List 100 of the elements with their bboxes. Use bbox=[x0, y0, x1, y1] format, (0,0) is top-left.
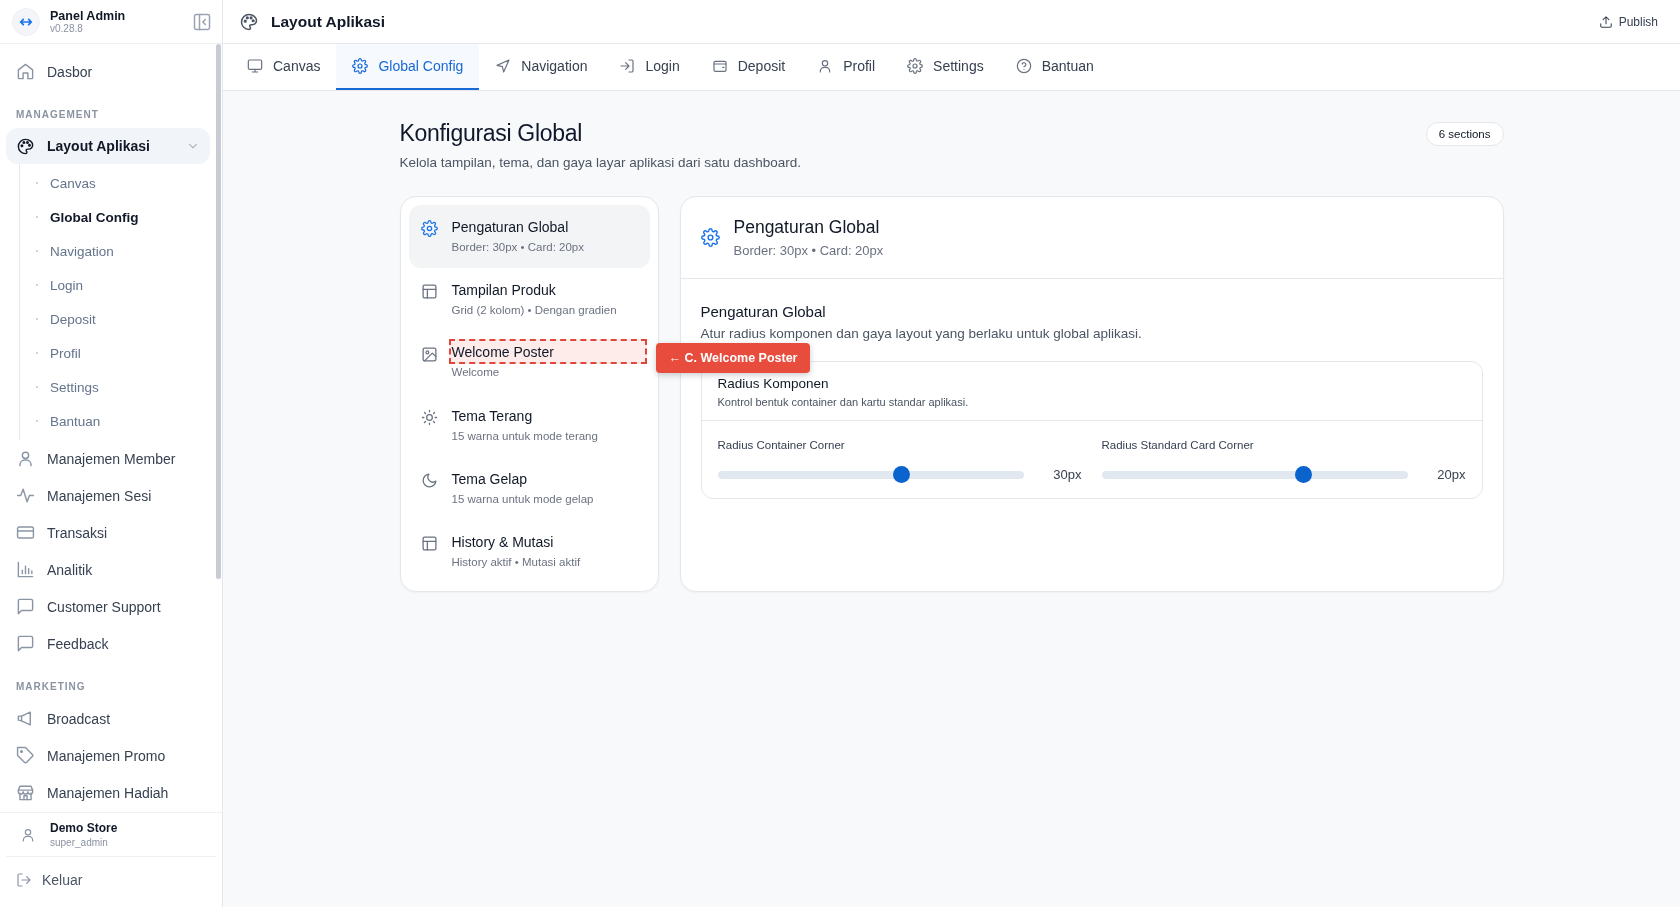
bar-chart-icon bbox=[16, 560, 35, 579]
sidebar-item[interactable]: Manajemen Promo bbox=[6, 737, 210, 774]
credit-card-icon bbox=[16, 523, 35, 542]
sidebar-item[interactable]: Manajemen Member bbox=[6, 440, 210, 477]
tab[interactable]: Login bbox=[603, 44, 696, 90]
section-heading: MARKETING bbox=[15, 680, 87, 694]
section-meta: Welcome bbox=[451, 366, 501, 378]
submenu-item[interactable]: Profil bbox=[20, 336, 210, 370]
moon-icon bbox=[420, 472, 438, 489]
submenu-item[interactable]: Canvas bbox=[20, 166, 210, 200]
section-meta: History aktif • Mutasi aktif bbox=[451, 556, 581, 568]
settings-icon bbox=[700, 228, 720, 247]
sidebar-item[interactable]: Customer Support bbox=[6, 588, 210, 625]
section-heading: Pengaturan Global bbox=[700, 303, 827, 320]
section-title: Tema Terang bbox=[451, 407, 534, 425]
submenu-item[interactable]: Login bbox=[20, 268, 210, 302]
sidebar-item[interactable]: Broadcast bbox=[6, 700, 210, 737]
upload-icon bbox=[1598, 14, 1613, 29]
monitor-icon bbox=[247, 58, 263, 74]
version-label: v0.28.8 bbox=[50, 23, 84, 34]
callout-label: ← C. Welcome Poster bbox=[655, 343, 811, 373]
slider-thumb[interactable] bbox=[892, 466, 910, 483]
section-meta: 15 warna untuk mode gelap bbox=[451, 493, 594, 505]
logout-icon bbox=[16, 872, 32, 888]
tab[interactable]: Deposit bbox=[695, 44, 802, 90]
group-description: Kontrol bentuk container dan kartu standar aplikasi. bbox=[717, 396, 970, 408]
user-role: super_admin bbox=[50, 837, 109, 848]
submenu-item[interactable]: Global Config bbox=[20, 200, 210, 234]
sidebar-item[interactable]: Analitik bbox=[6, 551, 210, 588]
section-item[interactable]: History & Mutasi History aktif • Mutasi aktif bbox=[408, 520, 650, 583]
section-meta: Grid (2 kolom) • Dengan gradien bbox=[451, 304, 617, 316]
home-icon bbox=[16, 62, 35, 81]
sidebar-item[interactable]: Manajemen Hadiah bbox=[6, 774, 210, 811]
tab[interactable]: Bantuan bbox=[999, 44, 1110, 90]
count-badge: 6 sections bbox=[1425, 122, 1504, 146]
section-item[interactable]: Tema Terang 15 warna untuk mode terang bbox=[408, 394, 650, 457]
section-item[interactable]: Tampilan Produk Grid (2 kolom) • Dengan gradien bbox=[408, 268, 650, 331]
settings-icon bbox=[907, 58, 924, 74]
slider-label: Radius Container Corner bbox=[717, 439, 846, 451]
section-item[interactable]: Welcome Poster Welcome bbox=[408, 331, 650, 394]
sidebar-item[interactable]: Manajemen Sesi bbox=[6, 477, 210, 514]
tab[interactable]: Settings bbox=[891, 44, 1000, 90]
logout-link[interactable]: Keluar bbox=[16, 865, 206, 895]
sidebar-item[interactable]: Feedback bbox=[6, 625, 210, 662]
person-icon bbox=[16, 449, 35, 468]
tab[interactable]: Profil bbox=[801, 44, 892, 90]
palette-icon bbox=[16, 136, 35, 156]
section-heading: MANAGEMENT bbox=[15, 108, 100, 122]
scrollbar[interactable] bbox=[216, 44, 221, 579]
sun-icon bbox=[420, 409, 438, 426]
collapse-sidebar-button[interactable] bbox=[192, 11, 212, 32]
person-icon bbox=[20, 826, 36, 843]
layout-icon bbox=[420, 535, 438, 552]
sidebar-item[interactable]: Dasbor bbox=[6, 53, 210, 90]
tab[interactable]: Global Config bbox=[336, 44, 480, 90]
settings-icon bbox=[420, 220, 438, 237]
submenu-item[interactable]: Bantuan bbox=[20, 404, 210, 438]
sidebar-item[interactable]: Transaksi bbox=[6, 514, 210, 551]
settings-icon bbox=[352, 58, 369, 74]
logo-icon bbox=[12, 7, 40, 36]
page-description: Kelola tampilan, tema, dan gaya layar aplikasi dari satu dashboard. bbox=[399, 155, 801, 170]
palette-icon bbox=[239, 11, 259, 32]
wallet-icon bbox=[711, 58, 728, 74]
slider-value: 20px bbox=[1436, 467, 1466, 482]
help-icon bbox=[1015, 58, 1032, 74]
section-title: Pengaturan Global bbox=[451, 218, 570, 236]
store-icon bbox=[16, 783, 35, 802]
highlight-box: Welcome Poster bbox=[448, 339, 647, 364]
group-title: Radius Komponen bbox=[717, 376, 830, 391]
submenu-item[interactable]: Deposit bbox=[20, 302, 210, 336]
sidebar-item[interactable]: Layout Aplikasi bbox=[6, 128, 210, 164]
slider-label: Radius Standard Card Corner bbox=[1101, 439, 1255, 451]
section-title: History & Mutasi bbox=[451, 533, 555, 551]
login-icon bbox=[619, 58, 636, 74]
layout-icon bbox=[420, 283, 438, 300]
submenu-item[interactable]: Navigation bbox=[20, 234, 210, 268]
tab[interactable]: Navigation bbox=[479, 44, 604, 90]
tag-icon bbox=[16, 746, 35, 765]
tab[interactable]: Canvas bbox=[231, 44, 337, 90]
chat-icon bbox=[16, 634, 35, 653]
sidebar-toggle-icon bbox=[192, 11, 212, 32]
section-meta: 15 warna untuk mode terang bbox=[451, 430, 598, 442]
section-description: Atur radius komponen dan gaya layout yang berlaku untuk global aplikasi. bbox=[700, 326, 1143, 341]
slider-value: 30px bbox=[1052, 467, 1082, 482]
detail-title: Pengaturan Global bbox=[733, 217, 881, 238]
slider-thumb[interactable] bbox=[1294, 466, 1312, 483]
detail-meta: Border: 30px • Card: 20px bbox=[733, 243, 884, 258]
submenu-item[interactable]: Settings bbox=[20, 370, 210, 404]
app-title: Panel Admin bbox=[50, 9, 127, 23]
page-title: Layout Aplikasi bbox=[271, 12, 385, 31]
section-title: Tampilan Produk bbox=[451, 281, 557, 299]
send-icon bbox=[495, 58, 512, 74]
section-item[interactable]: Tema Gelap 15 warna untuk mode gelap bbox=[408, 457, 650, 520]
user-name: Demo Store bbox=[50, 821, 118, 835]
page-heading: Konfigurasi Global bbox=[399, 120, 584, 147]
section-title: Tema Gelap bbox=[451, 470, 528, 488]
chat-icon bbox=[16, 597, 35, 616]
image-icon bbox=[420, 346, 438, 363]
section-item[interactable]: Pengaturan Global Border: 30px • Card: 20px bbox=[408, 205, 650, 268]
publish-button[interactable]: Publish bbox=[1592, 13, 1664, 30]
